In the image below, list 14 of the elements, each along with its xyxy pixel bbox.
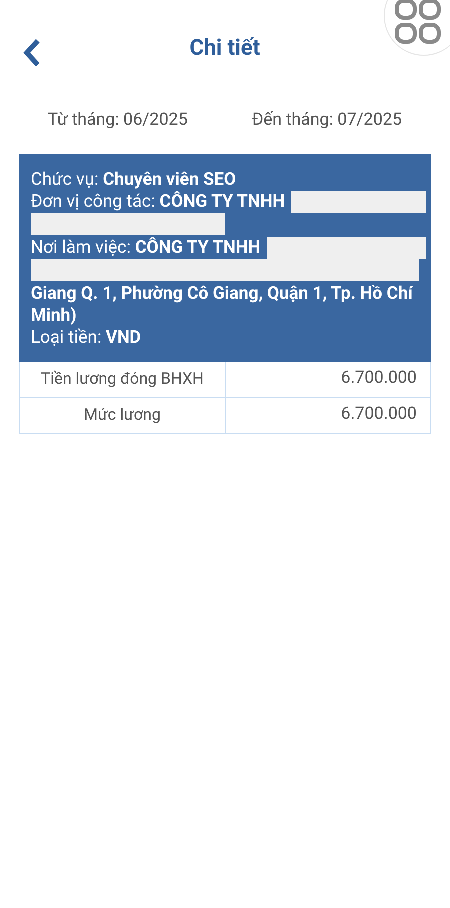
grid-icon bbox=[395, 0, 441, 45]
page-title: Chi tiết bbox=[190, 36, 260, 60]
address-text: Giang Q. 1, Phường Cô Giang, Quận 1, Tp. Hồ Chí Minh) bbox=[31, 282, 414, 326]
table-cell-text: 6.700.000 bbox=[340, 367, 418, 390]
info-line: Loại tiền: VND bbox=[31, 326, 142, 348]
info-line: Đơn vị công tác: CÔNG TY TNHH bbox=[31, 190, 286, 212]
table-cell-text: 6.700.000 bbox=[340, 403, 418, 426]
from-month: Từ tháng: 06/2025 bbox=[48, 109, 188, 132]
table-cell: Tiền lương đóng BHXH bbox=[20, 362, 226, 396]
info-line: Chức vụ: Chuyên viên SEO bbox=[31, 168, 236, 190]
back-icon bbox=[22, 38, 42, 68]
to-month: Đến tháng: 07/2025 bbox=[252, 109, 402, 132]
info-line: Nơi làm việc: CÔNG TY TNHH bbox=[31, 236, 261, 258]
table-cell: Mức lương bbox=[20, 398, 226, 432]
